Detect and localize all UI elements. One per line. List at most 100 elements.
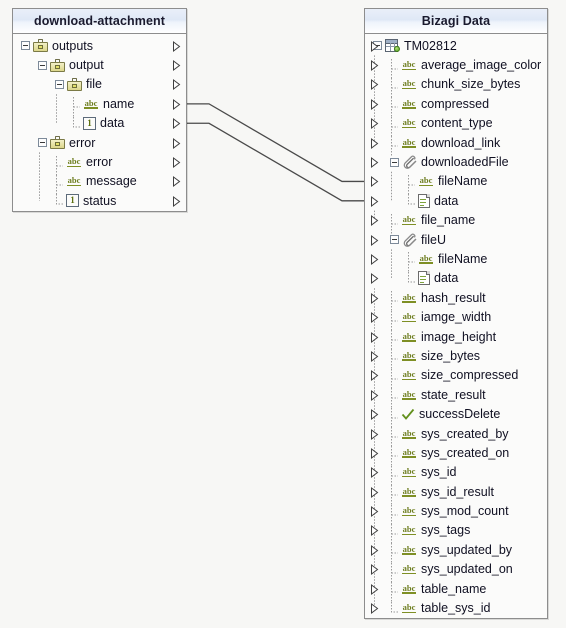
tree-row[interactable]: abc sys_updated_on [365, 560, 547, 583]
input-port-icon[interactable] [370, 253, 379, 265]
input-port-icon[interactable] [370, 350, 379, 362]
tree-row[interactable]: 1 data [13, 114, 186, 133]
output-port-icon[interactable] [172, 60, 181, 72]
collapse-toggle-icon[interactable] [390, 235, 399, 245]
output-port-icon[interactable] [172, 195, 181, 207]
input-port-icon[interactable] [370, 195, 379, 207]
collapse-toggle-icon[interactable] [38, 60, 47, 70]
input-port-icon[interactable] [370, 292, 379, 304]
input-port-icon[interactable] [370, 176, 379, 188]
input-port-icon[interactable] [370, 564, 379, 576]
abc-string-icon: abc [402, 446, 416, 458]
input-port-icon[interactable] [370, 331, 379, 343]
input-port-icon[interactable] [370, 215, 379, 227]
tree-row[interactable]: abc error [13, 152, 186, 176]
output-port-icon[interactable] [172, 40, 181, 52]
input-port-icon[interactable] [370, 98, 379, 110]
input-port-icon[interactable] [370, 486, 379, 498]
tree-row-label: sys_id [421, 465, 457, 480]
collapse-toggle-icon[interactable] [21, 41, 30, 51]
input-port-icon[interactable] [370, 583, 379, 595]
tree-row[interactable]: abc sys_created_on [365, 443, 547, 467]
input-port-icon[interactable] [370, 447, 379, 459]
input-port-icon[interactable] [370, 370, 379, 382]
source-tree[interactable]: outputs output file abc name 1 data error abc err… [13, 34, 186, 211]
tree-row[interactable]: abc compressed [365, 94, 547, 118]
tree-row[interactable]: abc size_compressed [365, 366, 547, 389]
tree-row[interactable]: error [13, 133, 186, 152]
tree-row[interactable]: abc message [13, 172, 186, 195]
tree-branch-line [390, 58, 399, 79]
input-port-icon[interactable] [370, 273, 379, 285]
tree-row[interactable]: abc sys_mod_count [365, 501, 547, 525]
tree-row[interactable]: successDelete [365, 404, 547, 428]
tree-row[interactable]: 1 status [13, 191, 186, 210]
tree-row[interactable]: abc image_height [365, 327, 547, 351]
input-port-icon[interactable] [370, 506, 379, 518]
tree-branch-line [390, 349, 399, 370]
tree-row[interactable]: abc size_bytes [365, 346, 547, 370]
tree-row[interactable]: abc sys_updated_by [365, 540, 547, 564]
tree-row[interactable]: abc hash_result [365, 288, 547, 312]
connector-line[interactable] [187, 122, 364, 202]
collapse-toggle-icon[interactable] [38, 138, 47, 148]
tree-row[interactable]: TM02812 [365, 36, 547, 55]
tree-row[interactable]: abc state_result [365, 385, 547, 409]
tree-row[interactable]: abc average_image_color [365, 55, 547, 79]
tree-row-label: sys_id_result [421, 484, 494, 499]
tree-row[interactable]: abc fileName [365, 172, 547, 195]
output-port-icon[interactable] [172, 137, 181, 149]
tree-row[interactable]: abc sys_id_result [365, 482, 547, 506]
collapse-toggle-icon[interactable] [55, 79, 64, 89]
target-tree[interactable]: TM02812 abc average_image_color abc chunk_si… [365, 34, 547, 618]
abc-string-icon: abc [67, 175, 81, 187]
input-port-icon[interactable] [370, 157, 379, 169]
tree-row-label: successDelete [419, 407, 501, 422]
input-port-icon[interactable] [370, 409, 379, 421]
tree-row[interactable]: downloadedFile [365, 152, 547, 171]
abc-string-icon: abc [402, 214, 416, 226]
tree-branch-line [390, 330, 399, 351]
output-port-icon[interactable] [172, 118, 181, 130]
tree-row[interactable]: abc table_sys_id [365, 598, 547, 617]
input-port-icon[interactable] [370, 312, 379, 324]
input-port-icon[interactable] [370, 234, 379, 246]
output-port-icon[interactable] [172, 79, 181, 91]
input-port-icon[interactable] [370, 544, 379, 556]
tree-row[interactable]: abc content_type [365, 114, 547, 137]
tree-row[interactable]: abc name [13, 94, 186, 118]
tree-row[interactable]: data [365, 191, 547, 210]
input-port-icon[interactable] [370, 60, 379, 72]
connector-line[interactable] [187, 103, 364, 183]
input-port-icon[interactable] [370, 603, 379, 615]
tree-row[interactable]: fileU [365, 230, 547, 249]
tree-row[interactable]: abc file_name [365, 211, 547, 234]
input-port-icon[interactable] [370, 389, 379, 401]
input-port-icon[interactable] [370, 467, 379, 479]
tree-row[interactable]: outputs [13, 36, 186, 55]
tree-row[interactable]: data [365, 269, 547, 288]
input-port-icon[interactable] [370, 118, 379, 130]
tree-row[interactable]: abc table_name [365, 579, 547, 603]
tree-row-label: hash_result [421, 290, 486, 305]
input-port-icon[interactable] [370, 40, 379, 52]
input-port-icon[interactable] [370, 525, 379, 537]
tree-row[interactable]: abc fileName [365, 249, 547, 273]
output-port-icon[interactable] [172, 98, 181, 110]
tree-row[interactable]: file [13, 75, 186, 94]
tree-row[interactable]: output [13, 55, 186, 74]
tree-row[interactable]: abc iamge_width [365, 307, 547, 331]
tree-row[interactable]: abc chunk_size_bytes [365, 75, 547, 98]
tree-row[interactable]: abc sys_created_by [365, 424, 547, 447]
input-port-icon[interactable] [370, 137, 379, 149]
input-port-icon[interactable] [370, 428, 379, 440]
abc-string-icon: abc [402, 369, 416, 381]
tree-row-label: table_sys_id [421, 601, 491, 616]
output-port-icon[interactable] [172, 157, 181, 169]
tree-row[interactable]: abc download_link [365, 133, 547, 157]
output-port-icon[interactable] [172, 176, 181, 188]
tree-row[interactable]: abc sys_tags [365, 521, 547, 544]
tree-row[interactable]: abc sys_id [365, 463, 547, 486]
input-port-icon[interactable] [370, 79, 379, 91]
collapse-toggle-icon[interactable] [390, 157, 399, 167]
